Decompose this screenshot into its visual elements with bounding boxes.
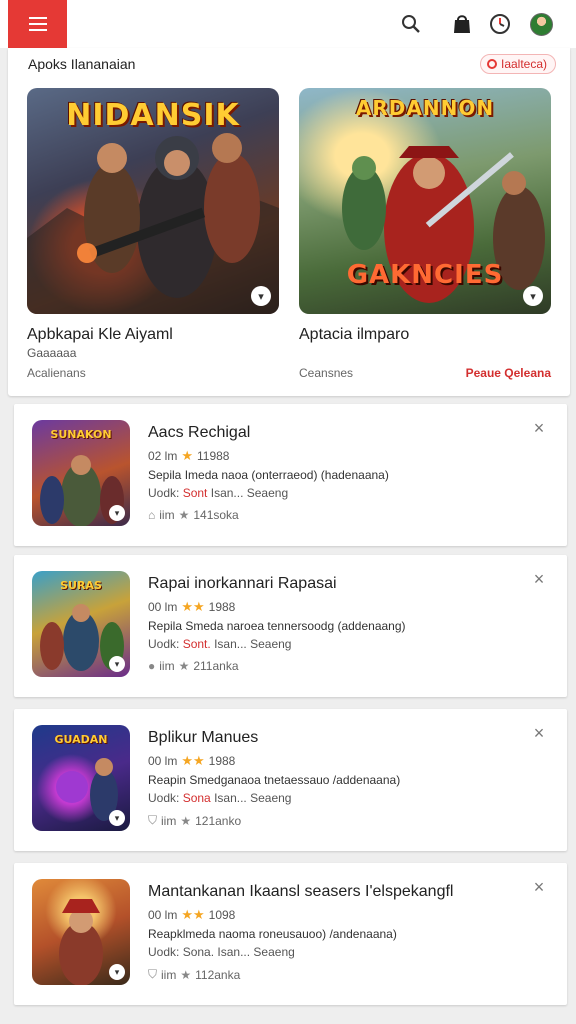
item-size: 00 lm [148,754,178,768]
artwork-subtitle: GAKNCIES [346,260,504,290]
item-size: 02 lm [148,449,178,463]
note-highlight: Sont. [182,637,211,651]
star-outline-icon: ★ [178,659,190,673]
record-icon [487,59,497,69]
list-item[interactable]: SUNAKON ▾ Aacs Rechigal 02 lm ★ 11988 Sepi… [14,404,567,546]
more-options-icon[interactable]: ▾ [109,964,125,980]
avatar[interactable] [530,13,553,36]
note-text: Isan... Seaeng [217,945,295,959]
item-rating: 11988 [197,449,230,463]
item-description: Sepila Imeda naoa (onterraeod) (hadenaan… [148,468,389,482]
item-rating: 1098 [208,908,236,922]
item-rating: 1988 [208,600,236,614]
card-subtitle: Gaaaaaa [27,346,77,360]
star-outline-icon: ★ [180,967,192,982]
card-meta: Acalienans [27,366,86,380]
shield-icon: ⛉ [148,813,158,827]
stat-a: iim [161,967,177,982]
artwork-title: ARDANNON [355,96,495,120]
game-artwork: ARDANNON GAKNCIES ▾ [299,88,551,314]
item-description: Repila Smeda naroea tennersoodg (addenaa… [148,619,406,633]
close-icon[interactable]: × [531,878,547,896]
hamburger-icon [28,17,47,19]
game-thumbnail: GUADAN ▾ [32,725,130,831]
stat-a: iim [159,508,175,522]
close-icon[interactable]: × [531,419,547,437]
card-subtitle [299,346,551,360]
badge-label: Iaalteca) [501,57,548,71]
card-action[interactable]: Peaue Qeleana [466,366,551,380]
info-icon: ● [148,659,156,673]
more-options-icon[interactable]: ▾ [523,286,543,306]
search-icon[interactable] [399,12,423,36]
close-icon[interactable]: × [531,570,547,588]
item-description: Reapin Smedganaoa tnetaessauo /addenaana… [148,773,401,787]
stat-a: iim [159,659,175,673]
item-rating: 1988 [208,754,236,768]
hamburger-menu-button[interactable] [8,0,67,48]
stat-a: iim [161,813,177,828]
item-title: Aacs Rechigal [148,424,251,441]
clock-icon[interactable] [488,12,512,36]
thumbnail-title: SURAS [60,579,102,592]
note-highlight: Sona [182,791,211,805]
item-title: Bplikur Manues [148,729,259,746]
list-item[interactable]: SURAS ▾ Rapai inorkannari Rapasai 00 lm ★… [14,555,567,697]
featured-section: Apoks Ilananaian Iaalteca) NIDANSIK ▾ Ap… [8,48,570,396]
item-title: Mantankanan Ikaansl seasers I'elspekangf… [148,883,454,900]
star-icon: ★ [181,448,193,463]
section-badge[interactable]: Iaalteca) [480,54,557,74]
more-options-icon[interactable]: ▾ [109,505,125,521]
item-title: Rapai inorkannari Rapasai [148,575,337,592]
card-title: Apbkapai Kle Aiyaml [27,326,173,343]
star-icon: ★★ [181,753,205,768]
more-options-icon[interactable]: ▾ [109,810,125,826]
stat-b: 211anka [193,659,239,673]
stat-b: 141soka [193,508,239,522]
item-description: Reapklmeda naoma roneusauoo) /andenaana) [148,927,397,941]
bag-icon[interactable] [450,12,474,36]
thumbnail-title: GUADAN [54,733,108,746]
stat-b: 112anka [195,967,241,982]
star-outline-icon: ★ [178,508,190,522]
more-options-icon[interactable]: ▾ [109,656,125,672]
star-outline-icon: ★ [180,813,192,828]
featured-card[interactable]: NIDANSIK ▾ Apbkapai Kle Aiyaml Gaaaaaa A… [27,88,279,380]
item-size: 00 lm [148,600,178,614]
more-options-icon[interactable]: ▾ [251,286,271,306]
note-label: Uodk: [148,637,180,651]
thumbnail-title: SUNAKON [50,428,112,441]
game-artwork: NIDANSIK ▾ [27,88,279,314]
featured-card[interactable]: ARDANNON GAKNCIES ▾ Aptacia ilmparo Cean… [299,88,551,380]
card-title: Aptacia ilmparo [299,326,410,343]
note-label: Uodk: [148,486,180,500]
note-label: Uodk: [148,945,180,959]
note-label: Uodk: [148,791,180,805]
shield-icon: ⛉ [148,967,158,981]
artwork-title: NIDANSIK [66,98,240,133]
list-item[interactable]: GUADAN ▾ Bplikur Manues 00 lm ★★ 1988 Reap… [14,709,567,851]
item-size: 00 lm [148,908,178,922]
note-highlight: Sona. [182,945,215,959]
game-thumbnail: SURAS ▾ [32,571,130,677]
close-icon[interactable]: × [531,724,547,742]
star-icon: ★★ [181,907,205,922]
note-highlight: Sont [182,486,208,500]
game-thumbnail: ▾ [32,879,130,985]
note-text: Isan... Seaeng [214,791,292,805]
card-meta: Ceansnes [299,366,354,380]
star-icon: ★★ [181,599,205,614]
home-icon: ⌂ [148,508,156,522]
top-app-bar [0,0,576,48]
section-title: Apoks Ilananaian [28,56,136,72]
note-text: Isan... Seaeng [210,486,289,500]
stat-b: 121anko [195,813,242,828]
list-item[interactable]: ▾ Mantankanan Ikaansl seasers I'elspekan… [14,863,567,1005]
note-text: Isan... Seaeng [214,637,292,651]
game-thumbnail: SUNAKON ▾ [32,420,130,526]
